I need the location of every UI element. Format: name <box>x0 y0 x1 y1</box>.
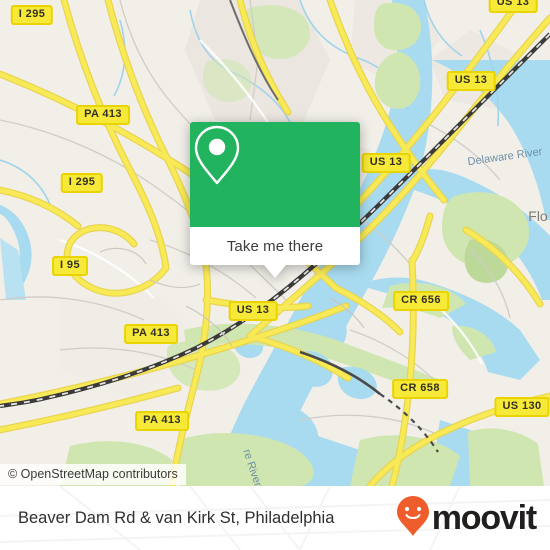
moovit-logo[interactable]: moovit <box>396 495 537 542</box>
road-shield[interactable]: US 13 <box>488 0 538 13</box>
road-shield[interactable]: PA 413 <box>135 411 189 431</box>
map-screenshot: I 295 PA 413 I 295 I 95 PA 413 PA 413 US… <box>0 0 550 550</box>
location-popup[interactable]: Take me there <box>190 122 360 278</box>
popup-tail <box>264 265 286 278</box>
road-shield[interactable]: US 130 <box>494 397 550 417</box>
place-label-florence: Flo <box>528 208 548 224</box>
road-shield[interactable]: US 13 <box>228 301 278 321</box>
osm-attribution[interactable]: © OpenStreetMap contributors <box>0 464 186 485</box>
road-shield[interactable]: CR 656 <box>393 291 449 311</box>
road-shield[interactable]: CR 658 <box>392 379 448 399</box>
road-shield[interactable]: I 295 <box>60 173 104 193</box>
location-title: Beaver Dam Rd & van Kirk St, Philadelphi… <box>18 508 335 527</box>
take-me-there-button[interactable]: Take me there <box>190 227 360 265</box>
moovit-wordmark: moovit <box>431 499 537 537</box>
road-shield[interactable]: US 13 <box>446 71 496 91</box>
road-shield[interactable]: PA 413 <box>124 324 178 344</box>
footer-bar: Beaver Dam Rd & van Kirk St, Philadelphi… <box>0 486 550 550</box>
road-shield[interactable]: I 295 <box>10 5 54 25</box>
map-canvas[interactable]: I 295 PA 413 I 295 I 95 PA 413 PA 413 US… <box>0 0 550 486</box>
road-shield[interactable]: I 95 <box>52 256 88 276</box>
moovit-pin-icon <box>396 495 430 542</box>
road-shield[interactable]: PA 413 <box>76 105 130 125</box>
road-shield[interactable]: US 13 <box>361 153 411 173</box>
popup-icon-area <box>190 122 360 227</box>
